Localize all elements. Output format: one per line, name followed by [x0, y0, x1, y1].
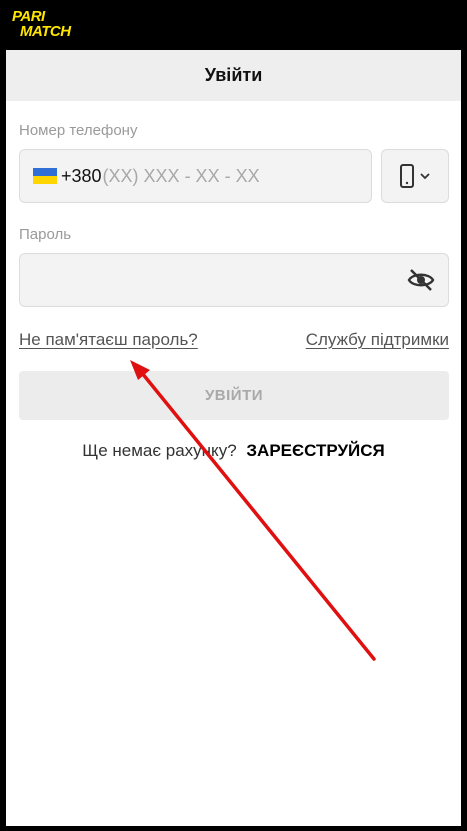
country-code: +380	[61, 165, 102, 186]
register-prompt: Ще немає рахунку? ЗАРЕЄСТРУЙСЯ	[6, 441, 461, 461]
password-label: Пароль	[19, 226, 72, 243]
chevron-down-icon	[420, 172, 430, 179]
support-link[interactable]: Службу підтримки	[306, 330, 449, 350]
logo-line1: PARI	[12, 8, 45, 25]
top-bar: PARI MATCH	[0, 0, 467, 50]
page-title: Увійти	[6, 50, 461, 101]
login-panel: Увійти Номер телефону +380 (XX) XXX - XX…	[6, 50, 461, 826]
smartphone-icon	[400, 164, 414, 188]
register-link[interactable]: ЗАРЕЄСТРУЙСЯ	[246, 441, 384, 460]
forgot-password-link[interactable]: Не пам'ятаєш пароль?	[19, 330, 198, 350]
register-question: Ще немає рахунку?	[82, 441, 237, 460]
phone-placeholder: (XX) XXX - XX - XX	[102, 165, 260, 186]
phone-label: Номер телефону	[19, 122, 138, 139]
phone-input[interactable]: +380 (XX) XXX - XX - XX	[19, 149, 372, 203]
parimatch-logo[interactable]: PARI MATCH	[12, 9, 102, 41]
ukraine-flag-icon	[33, 168, 57, 184]
device-selector-button[interactable]	[381, 149, 449, 203]
login-button[interactable]: УВІЙТИ	[19, 371, 449, 420]
eye-off-icon[interactable]	[407, 268, 435, 292]
app-frame: PARI MATCH Увійти Номер телефону +380 (X…	[0, 0, 467, 831]
logo-line2: MATCH	[20, 23, 71, 40]
password-input[interactable]	[19, 253, 449, 307]
